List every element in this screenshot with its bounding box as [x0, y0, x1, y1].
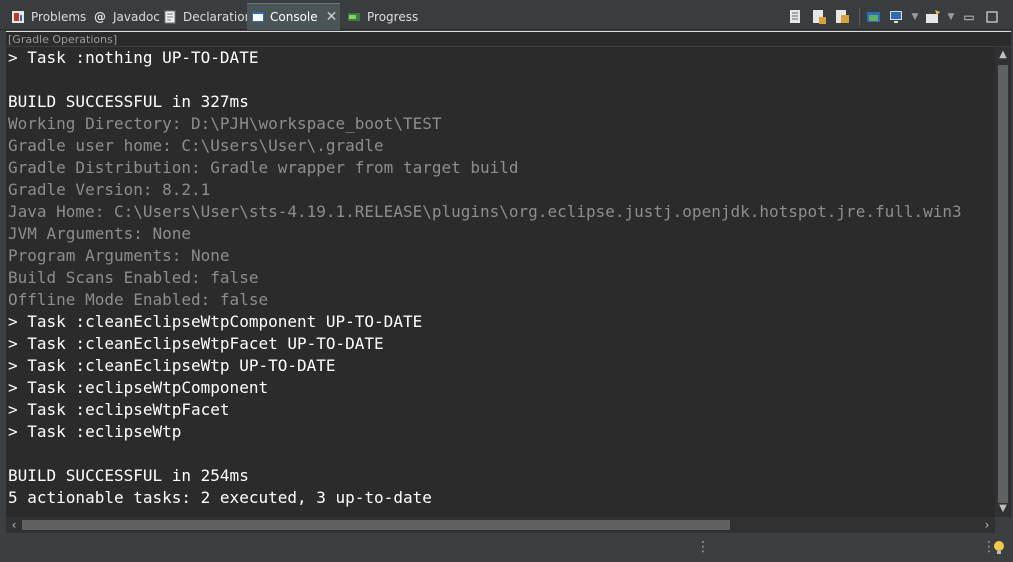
console-name: [Gradle Operations] [6, 31, 1011, 46]
tab-label: Console [270, 10, 318, 24]
problems-icon [10, 9, 26, 25]
console-output[interactable]: > Task :nothing UP-TO-DATE BUILD SUCCESSF… [6, 47, 995, 517]
tab-declaration[interactable]: Declaration [158, 3, 256, 30]
scroll-right-icon[interactable]: › [979, 517, 995, 533]
scroll-lock-icon[interactable] [786, 8, 806, 26]
console-icon [251, 9, 265, 25]
pin-console-icon[interactable] [832, 8, 852, 26]
console-line: Gradle Distribution: Gradle wrapper from… [8, 158, 519, 177]
tab-progress[interactable]: Progress [342, 3, 422, 30]
console-line: 5 actionable tasks: 2 executed, 3 up-to-… [8, 488, 432, 507]
console-line: BUILD SUCCESSFUL in 254ms [8, 466, 249, 485]
close-icon[interactable]: ✕ [326, 10, 338, 24]
scroll-up-icon[interactable]: ▲ [995, 47, 1011, 63]
scrollbar-corner [995, 517, 1011, 533]
console-line: > Task :eclipseWtpFacet [8, 400, 230, 419]
new-console-icon[interactable] [923, 8, 943, 26]
console-toolbar: ▼ ▼ ▭ [786, 7, 1005, 27]
display-selected-console-icon[interactable] [864, 8, 884, 26]
console-line: Offline Mode Enabled: false [8, 290, 269, 309]
status-grip-icon: ⋮ [696, 539, 710, 555]
console-line: > Task :cleanEclipseWtpFacet UP-TO-DATE [8, 334, 384, 353]
scroll-left-icon[interactable]: ‹ [6, 517, 22, 533]
declaration-icon [162, 9, 178, 25]
tab-label: Javadoc [113, 9, 160, 24]
scroll-down-icon[interactable]: ▼ [995, 501, 1011, 517]
tab-label: Declaration [183, 9, 253, 24]
minimize-icon[interactable]: ▭ [959, 8, 979, 26]
toolbar-separator [859, 8, 860, 26]
maximize-icon[interactable] [982, 8, 1002, 26]
console-line: > Task :eclipseWtpComponent [8, 378, 269, 397]
console-line: Program Arguments: None [8, 246, 230, 265]
console-line: > Task :cleanEclipseWtpComponent UP-TO-D… [8, 312, 423, 331]
tab-javadoc[interactable]: @ Javadoc [88, 3, 164, 30]
lightbulb-icon[interactable] [992, 540, 1006, 560]
tab-label: Progress [367, 9, 419, 24]
console-line: > Task :nothing UP-TO-DATE [8, 48, 259, 67]
javadoc-icon: @ [94, 9, 106, 24]
open-console-icon[interactable] [887, 8, 907, 26]
horizontal-scrollbar[interactable]: ‹ › [6, 517, 995, 533]
scrollbar-thumb[interactable] [998, 65, 1008, 503]
console-line: Build Scans Enabled: false [8, 268, 259, 287]
console-line: > Task :eclipseWtp [8, 422, 182, 441]
tab-problems[interactable]: Problems [6, 3, 90, 30]
word-wrap-icon[interactable] [809, 8, 829, 26]
console-line: Working Directory: D:\PJH\workspace_boot… [8, 114, 442, 133]
chevron-down-icon[interactable]: ▼ [946, 8, 956, 26]
scrollbar-thumb[interactable] [22, 520, 730, 530]
console-line: Gradle Version: 8.2.1 [8, 180, 211, 199]
tab-label: Problems [31, 9, 87, 24]
status-bar: ⋮ ⋮ [0, 534, 1013, 562]
chevron-down-icon[interactable]: ▼ [910, 8, 920, 26]
console-line: BUILD SUCCESSFUL in 327ms [8, 92, 249, 111]
progress-icon [346, 9, 362, 25]
console-line: Gradle user home: C:\Users\User\.gradle [8, 136, 384, 155]
view-tab-bar: Problems @ Javadoc Declaration Console ✕… [0, 0, 1013, 30]
console-line: JVM Arguments: None [8, 224, 192, 243]
console-line: > Task :cleanEclipseWtp UP-TO-DATE [8, 356, 336, 375]
vertical-scrollbar[interactable]: ▲ ▼ [995, 47, 1011, 517]
tab-console[interactable]: Console ✕ [247, 3, 340, 30]
console-line: Java Home: C:\Users\User\sts-4.19.1.RELE… [8, 202, 962, 221]
